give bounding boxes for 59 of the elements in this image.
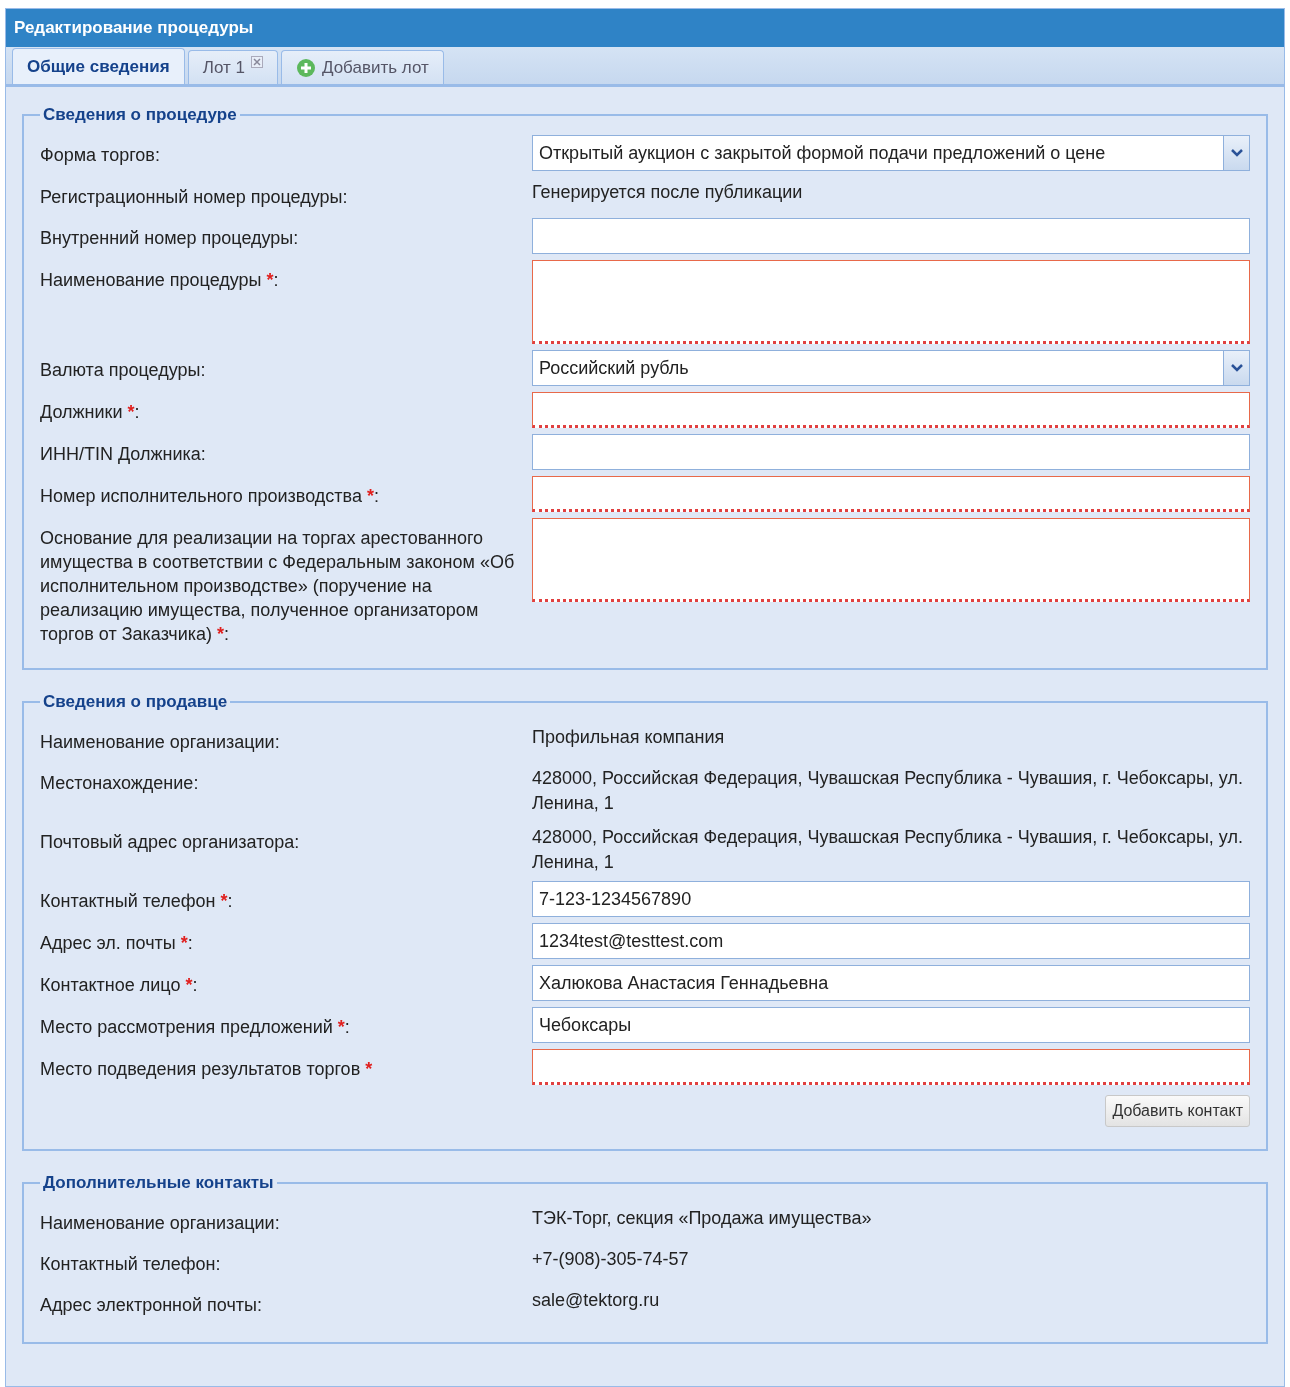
field-label: Место подведения результатов торгов * bbox=[40, 1058, 374, 1081]
input-field[interactable]: 7-123-1234567890 bbox=[532, 881, 1250, 917]
input-field[interactable] bbox=[532, 476, 1250, 512]
field-label: Контактный телефон: bbox=[40, 1253, 222, 1276]
chevron-down-icon bbox=[1229, 148, 1244, 158]
field-label: ИНН/TIN Должника: bbox=[40, 443, 207, 466]
input-field[interactable] bbox=[532, 218, 1250, 254]
textarea-field[interactable] bbox=[532, 518, 1250, 602]
field-label: Место рассмотрения предложений *: bbox=[40, 1016, 351, 1039]
field-label: Контактный телефон *: bbox=[40, 890, 234, 913]
section-title: Дополнительные контакты bbox=[42, 1173, 275, 1193]
input-field[interactable] bbox=[532, 392, 1250, 428]
field-label: Основание для реализации на торгах арестованного имущества в соответствии с Федеральным законом «Об исполнительном производстве» (поручение на реализацию имущества, полученное организатором торгов от Заказчика) *: bbox=[40, 527, 516, 646]
input-field[interactable]: Чебоксары bbox=[532, 1007, 1250, 1043]
plus-icon bbox=[295, 57, 316, 78]
field-label: Местонахождение: bbox=[40, 772, 200, 795]
field-label: Адрес эл. почты *: bbox=[40, 932, 194, 955]
field-label: Адрес электронной почты: bbox=[40, 1294, 264, 1317]
field-label: Должники *: bbox=[40, 401, 141, 424]
field-value: sale@tektorg.ru bbox=[532, 1289, 661, 1312]
close-icon[interactable] bbox=[250, 56, 263, 68]
dropdown-trigger[interactable] bbox=[1223, 351, 1249, 385]
tab-label: Лот 1 bbox=[202, 57, 245, 78]
field-label: Валюта процедуры: bbox=[40, 359, 207, 382]
field-value: 428000, Российская Федерация, Чувашская Республика - Чувашия, г. Чебоксары, ул. Ленина, 1 bbox=[532, 767, 1244, 815]
textarea-field[interactable] bbox=[532, 260, 1250, 344]
field-label: Наименование организации: bbox=[40, 1212, 281, 1235]
window-title: Редактирование процедуры bbox=[6, 9, 1284, 47]
input-field[interactable] bbox=[532, 1049, 1250, 1085]
field-value: Профильная компания bbox=[532, 726, 726, 749]
section-title: Сведения о процедуре bbox=[42, 105, 238, 125]
tab[interactable]: Лот 1 bbox=[187, 50, 278, 84]
tab[interactable]: Общие сведения bbox=[12, 48, 185, 84]
dropdown-field[interactable]: Российский рубль bbox=[532, 350, 1250, 386]
field-label: Почтовый адрес организатора: bbox=[40, 831, 301, 854]
field-value: ТЭК-Торг, секция «Продажа имущества» bbox=[532, 1207, 873, 1230]
tab[interactable]: Добавить лот bbox=[280, 50, 444, 84]
field-value: 428000, Российская Федерация, Чувашская Республика - Чувашия, г. Чебоксары, ул. Ленина, 1 bbox=[532, 826, 1244, 874]
field-label: Регистрационный номер процедуры: bbox=[40, 186, 349, 209]
field-label: Внутренний номер процедуры: bbox=[40, 227, 300, 250]
add-contact-button[interactable]: Добавить контакт bbox=[1105, 1095, 1250, 1127]
section-title: Сведения о продавце bbox=[42, 692, 229, 712]
field-value: Генерируется после публикации bbox=[532, 181, 804, 204]
tab-label: Общие сведения bbox=[27, 56, 170, 77]
field-label: Контактное лицо *: bbox=[40, 974, 199, 997]
chevron-down-icon bbox=[1229, 363, 1244, 373]
field-label: Номер исполнительного производства *: bbox=[40, 485, 380, 508]
field-label: Наименование процедуры *: bbox=[40, 269, 280, 292]
dropdown-value: Открытый аукцион с закрытой формой подачи предложений о цене bbox=[538, 141, 1107, 165]
input-field[interactable] bbox=[532, 434, 1250, 470]
dropdown-trigger[interactable] bbox=[1223, 136, 1249, 170]
field-value: +7-(908)-305-74-57 bbox=[532, 1248, 690, 1271]
field-label: Форма торгов: bbox=[40, 144, 161, 167]
dropdown-value: Российский рубль bbox=[538, 356, 690, 380]
dropdown-field[interactable]: Открытый аукцион с закрытой формой подачи предложений о цене bbox=[532, 135, 1250, 171]
tab-label: Добавить лот bbox=[321, 57, 429, 78]
input-field[interactable]: 1234test@testtest.com bbox=[532, 923, 1250, 959]
input-field[interactable]: Халюкова Анастасия Геннадьевна bbox=[532, 965, 1250, 1001]
field-label: Наименование организации: bbox=[40, 731, 281, 754]
